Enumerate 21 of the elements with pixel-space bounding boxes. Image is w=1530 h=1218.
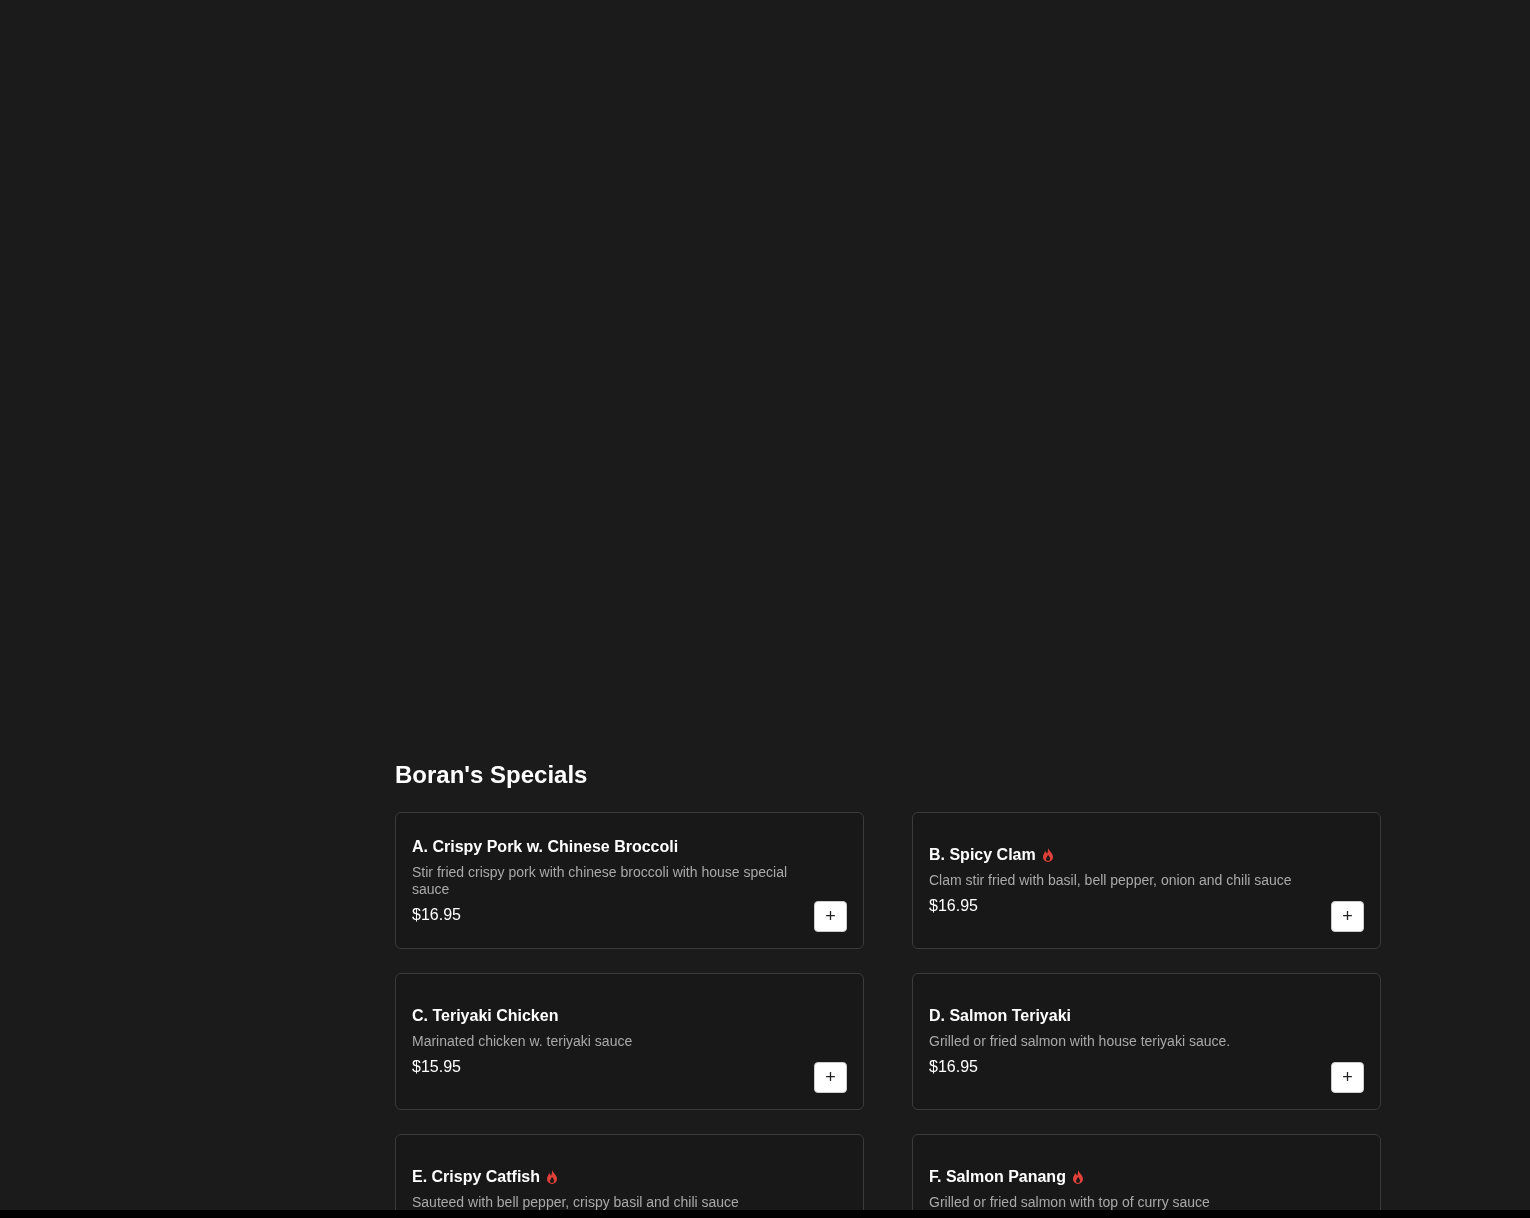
item-description: Grilled or fried salmon with top of curry sauce	[929, 1194, 1211, 1210]
item-title: C. Teriyaki Chicken	[412, 1007, 559, 1025]
item-title: D. Salmon Teriyaki	[929, 1007, 1071, 1025]
item-description: Marinated chicken w. teriyaki sauce	[412, 1033, 634, 1050]
item-title: E. Crispy Catfish	[412, 1168, 541, 1186]
item-title: F. Salmon Panang	[929, 1168, 1066, 1186]
item-price: $16.95	[929, 1058, 979, 1076]
item-price: $16.95	[412, 905, 462, 924]
item-title: B. Spicy Clam	[929, 846, 1036, 864]
item-description: Sauteed with bell pepper, crispy basil and chili sauce	[412, 1194, 740, 1210]
item-title: A. Crispy Pork w. Chinese Broccoli	[412, 837, 679, 856]
item-price: $15.95	[412, 1058, 462, 1076]
section-title: Boran's Specials	[395, 760, 589, 790]
add-button[interactable]: +	[1331, 1062, 1364, 1093]
add-button[interactable]: +	[814, 1062, 847, 1093]
add-button[interactable]: +	[1331, 901, 1364, 932]
add-button[interactable]: +	[814, 901, 847, 932]
item-description: Stir fried crispy pork with chinese broccoli with house special sauce	[412, 863, 789, 898]
item-description: Clam stir fried with basil, bell pepper, onion and chili sauce	[929, 872, 1293, 889]
item-price: $16.95	[929, 897, 979, 915]
item-description: Grilled or fried salmon with house teriyaki sauce.	[929, 1033, 1232, 1050]
